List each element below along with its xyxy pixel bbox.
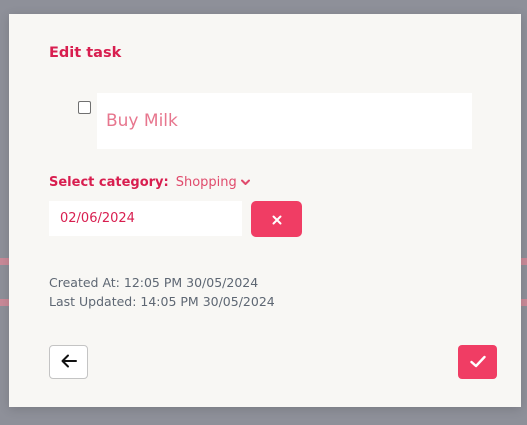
modal-title: Edit task: [49, 45, 122, 61]
task-complete-checkbox[interactable]: [78, 101, 91, 114]
created-at-text: Created At: 12:05 PM 30/05/2024: [49, 275, 259, 290]
check-icon: [469, 353, 486, 372]
close-icon: [272, 210, 282, 229]
clear-date-button[interactable]: [251, 201, 302, 237]
due-date-input[interactable]: [49, 201, 242, 236]
task-name-input[interactable]: [97, 93, 472, 149]
category-label: Select category:: [49, 175, 169, 190]
category-selected-value: Shopping: [175, 175, 237, 190]
edit-task-modal: Edit task Select category: Shopping Crea…: [9, 14, 521, 407]
chevron-down-icon: [240, 179, 250, 186]
back-button[interactable]: [49, 345, 88, 379]
category-select[interactable]: Shopping: [176, 175, 250, 190]
last-updated-text: Last Updated: 14:05 PM 30/05/2024: [49, 294, 275, 309]
arrow-left-icon: [61, 353, 77, 372]
save-button[interactable]: [458, 345, 497, 379]
category-row: Select category: Shopping: [49, 175, 250, 190]
